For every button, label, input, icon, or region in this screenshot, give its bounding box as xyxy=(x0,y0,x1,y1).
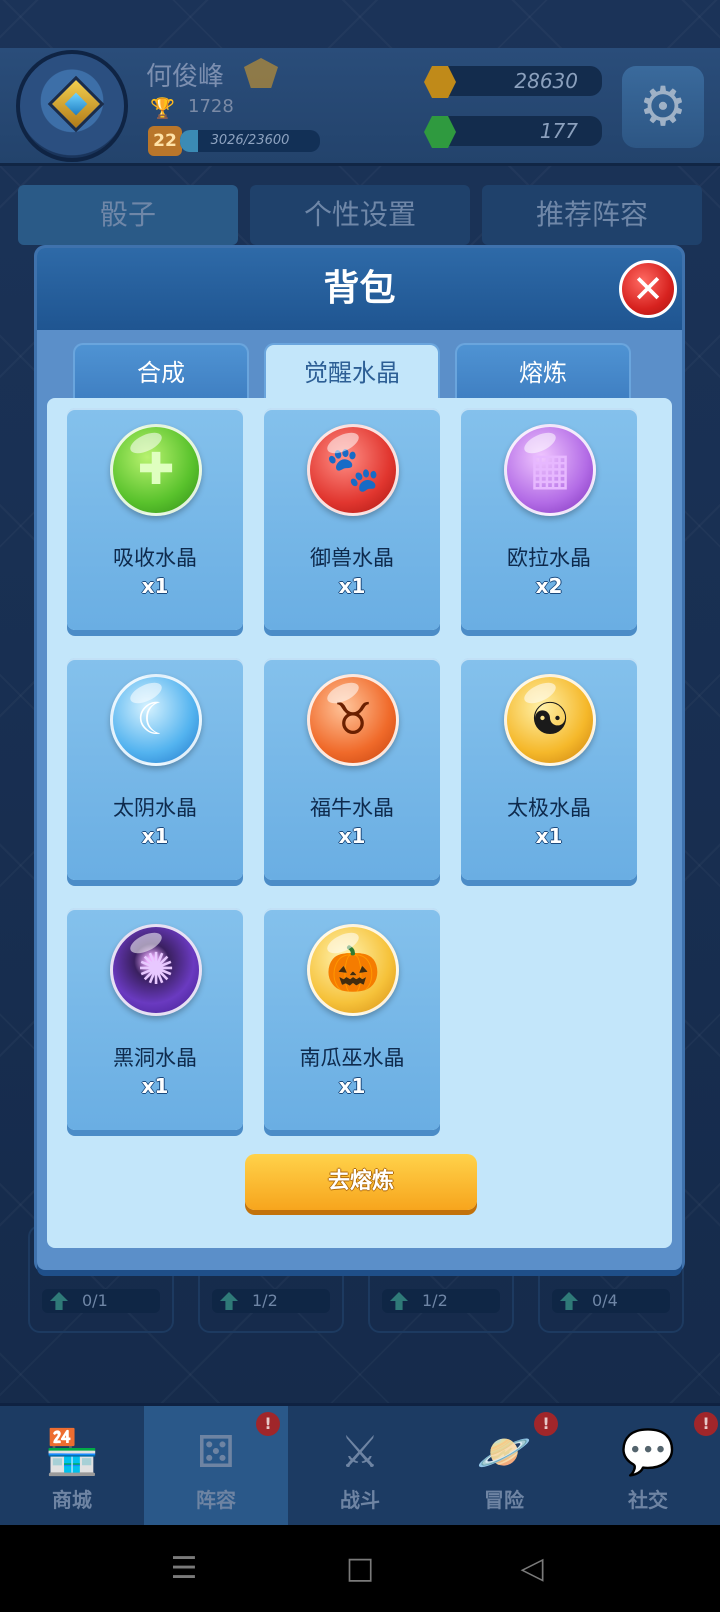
bottom-nav: 🏪 商城 ⚄ 阵容 ! ⚔ 战斗 🪐 冒险 ! 💬 社交 ! xyxy=(0,1403,720,1528)
xp-bar: 3026/23600 xyxy=(180,130,320,152)
crystal-item-absorb[interactable]: ✚ 吸收水晶 x1 xyxy=(67,408,243,630)
player-avatar[interactable] xyxy=(16,50,128,162)
planet-icon: 🪐 xyxy=(476,1427,532,1478)
crystal-item-moon[interactable]: ☾ 太阴水晶 x1 xyxy=(67,658,243,880)
item-name: 太极水晶 xyxy=(507,796,591,820)
nav-label: 社交 xyxy=(628,1488,668,1512)
crystal-item-pumpkin[interactable]: 🎃 南瓜巫水晶 x1 xyxy=(264,908,440,1130)
yin-yang-icon: ☯ xyxy=(504,674,596,766)
shop-icon: 🏪 xyxy=(44,1427,100,1478)
nav-lineup[interactable]: ⚄ 阵容 ! xyxy=(144,1406,288,1528)
paw-icon: 🐾 xyxy=(307,424,399,516)
tab-synthesis[interactable]: 合成 xyxy=(73,343,249,399)
bull-icon: ♉ xyxy=(307,674,399,766)
upgrade-progress: 1/2 xyxy=(382,1289,500,1313)
nav-social[interactable]: 💬 社交 ! xyxy=(576,1406,720,1528)
item-name: 福牛水晶 xyxy=(310,796,394,820)
upgrade-progress: 1/2 xyxy=(212,1289,330,1313)
item-quantity: x1 xyxy=(141,1074,169,1098)
system-nav-bar: ☰ □ ◁ xyxy=(0,1525,720,1612)
back-icon[interactable]: ◁ xyxy=(512,1549,552,1589)
tab-awakening-crystal[interactable]: 觉醒水晶 xyxy=(264,343,440,405)
trophy-icon: 🏆 xyxy=(150,96,175,120)
avatar-emblem-icon xyxy=(47,75,105,133)
nav-label: 商城 xyxy=(52,1488,92,1512)
nav-label: 阵容 xyxy=(196,1488,236,1512)
gear-icon: ⚙ xyxy=(638,75,688,138)
crystal-item-beast[interactable]: 🐾 御兽水晶 x1 xyxy=(264,408,440,630)
item-quantity: x1 xyxy=(338,1074,366,1098)
crystal-item-taichi[interactable]: ☯ 太极水晶 x1 xyxy=(461,658,637,880)
plus-cross-icon: ✚ xyxy=(110,424,202,516)
trophy-count: 1728 xyxy=(188,96,234,117)
item-name: 御兽水晶 xyxy=(310,546,394,570)
upgrade-progress: 0/4 xyxy=(552,1289,670,1313)
item-name: 太阴水晶 xyxy=(113,796,197,820)
settings-button[interactable]: ⚙ xyxy=(622,66,704,148)
crystal-panel: ✚ 吸收水晶 x1 🐾 御兽水晶 x1 ▦ 欧拉水晶 x2 ☾ 太阴水晶 x1 … xyxy=(47,398,672,1248)
item-name: 吸收水晶 xyxy=(113,546,197,570)
upgrade-progress: 0/1 xyxy=(42,1289,160,1313)
item-quantity: x1 xyxy=(535,824,563,848)
item-quantity: x1 xyxy=(141,824,169,848)
notification-badge: ! xyxy=(256,1412,280,1436)
nav-battle[interactable]: ⚔ 战斗 xyxy=(288,1406,432,1528)
backpack-dialog: 背包 ✕ 合成 觉醒水晶 熔炼 ✚ 吸收水晶 x1 🐾 御兽水晶 x1 ▦ 欧拉… xyxy=(37,248,682,1270)
level-badge: 22 xyxy=(148,126,182,156)
galaxy-icon: ✺ xyxy=(110,924,202,1016)
pumpkin-icon: 🎃 xyxy=(307,924,399,1016)
home-icon[interactable]: □ xyxy=(340,1549,380,1589)
nav-shop[interactable]: 🏪 商城 xyxy=(0,1406,144,1528)
nav-label: 战斗 xyxy=(340,1488,380,1512)
dialog-title: 背包 xyxy=(323,268,396,309)
nav-adventure[interactable]: 🪐 冒险 ! xyxy=(432,1406,576,1528)
nav-label: 冒险 xyxy=(484,1488,524,1512)
player-name: 何俊峰 xyxy=(146,62,225,92)
crescent-moon-icon: ☾ xyxy=(110,674,202,766)
crystal-item-bull[interactable]: ♉ 福牛水晶 x1 xyxy=(264,658,440,880)
pixel-face-icon: ▦ xyxy=(504,424,596,516)
xp-text: 3026/23600 xyxy=(210,133,290,148)
dice-icon: ⚄ xyxy=(196,1427,236,1478)
bg-tab-dice[interactable]: 骰子 xyxy=(18,185,238,245)
close-button[interactable]: ✕ xyxy=(619,260,677,318)
bg-tab-personalize[interactable]: 个性设置 xyxy=(250,185,470,245)
crystal-item-euler[interactable]: ▦ 欧拉水晶 x2 xyxy=(461,408,637,630)
item-name: 欧拉水晶 xyxy=(507,546,591,570)
crystal-item-blackhole[interactable]: ✺ 黑洞水晶 x1 xyxy=(67,908,243,1130)
bg-tab-recommended[interactable]: 推荐阵容 xyxy=(482,185,702,245)
item-name: 南瓜巫水晶 xyxy=(299,1046,405,1070)
close-icon: ✕ xyxy=(632,267,664,311)
coin-balance[interactable]: 28630 xyxy=(436,66,602,96)
item-quantity: x1 xyxy=(338,824,366,848)
item-name: 黑洞水晶 xyxy=(113,1046,197,1070)
gem-balance[interactable]: 177 xyxy=(436,116,602,146)
item-quantity: x1 xyxy=(338,574,366,598)
chat-icon: 💬 xyxy=(620,1427,676,1478)
swords-icon: ⚔ xyxy=(340,1427,380,1478)
menu-icon[interactable]: ☰ xyxy=(164,1549,204,1589)
tab-smelt[interactable]: 熔炼 xyxy=(455,343,631,399)
item-quantity: x1 xyxy=(141,574,169,598)
notification-badge: ! xyxy=(694,1412,718,1436)
go-smelt-button[interactable]: 去熔炼 xyxy=(245,1154,477,1210)
notification-badge: ! xyxy=(534,1412,558,1436)
item-quantity: x2 xyxy=(535,574,563,598)
